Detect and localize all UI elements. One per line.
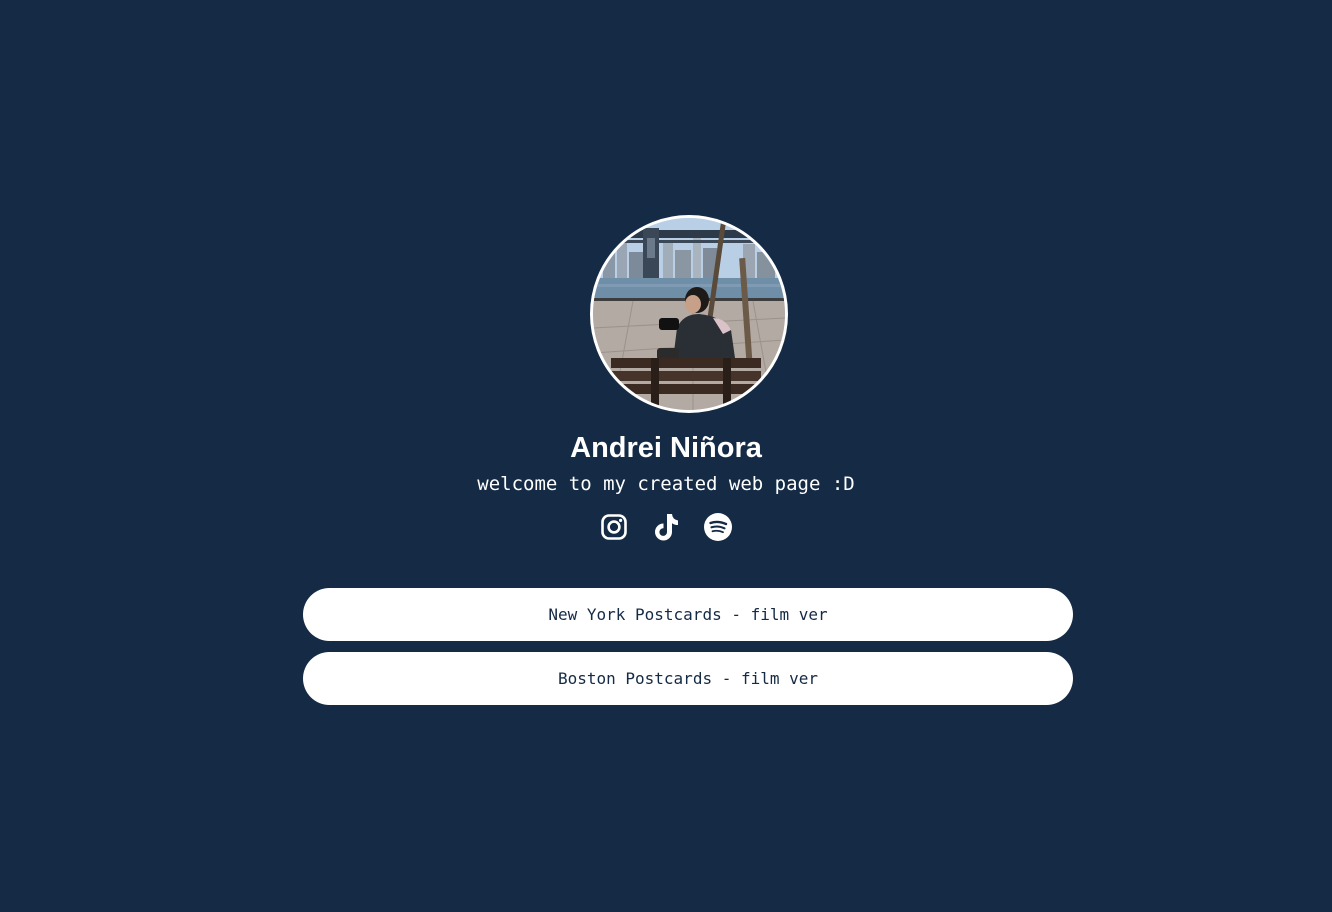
profile-name: Andrei Niñora xyxy=(570,432,762,464)
spotify-link[interactable] xyxy=(703,510,733,544)
new-york-postcards-button[interactable]: New York Postcards - film ver xyxy=(303,588,1073,641)
boston-postcards-button[interactable]: Boston Postcards - film ver xyxy=(303,652,1073,705)
profile-avatar xyxy=(590,215,788,413)
profile-tagline: welcome to my created web page :D xyxy=(477,473,855,495)
tiktok-link[interactable] xyxy=(651,510,681,544)
link-in-bio-page: Andrei Niñora welcome to my created web … xyxy=(0,0,1332,912)
instagram-link[interactable] xyxy=(599,510,629,544)
tiktok-icon xyxy=(655,514,678,541)
instagram-icon xyxy=(601,514,627,540)
social-links xyxy=(0,510,1332,544)
avatar-photo xyxy=(593,218,785,410)
spotify-icon xyxy=(704,513,732,541)
